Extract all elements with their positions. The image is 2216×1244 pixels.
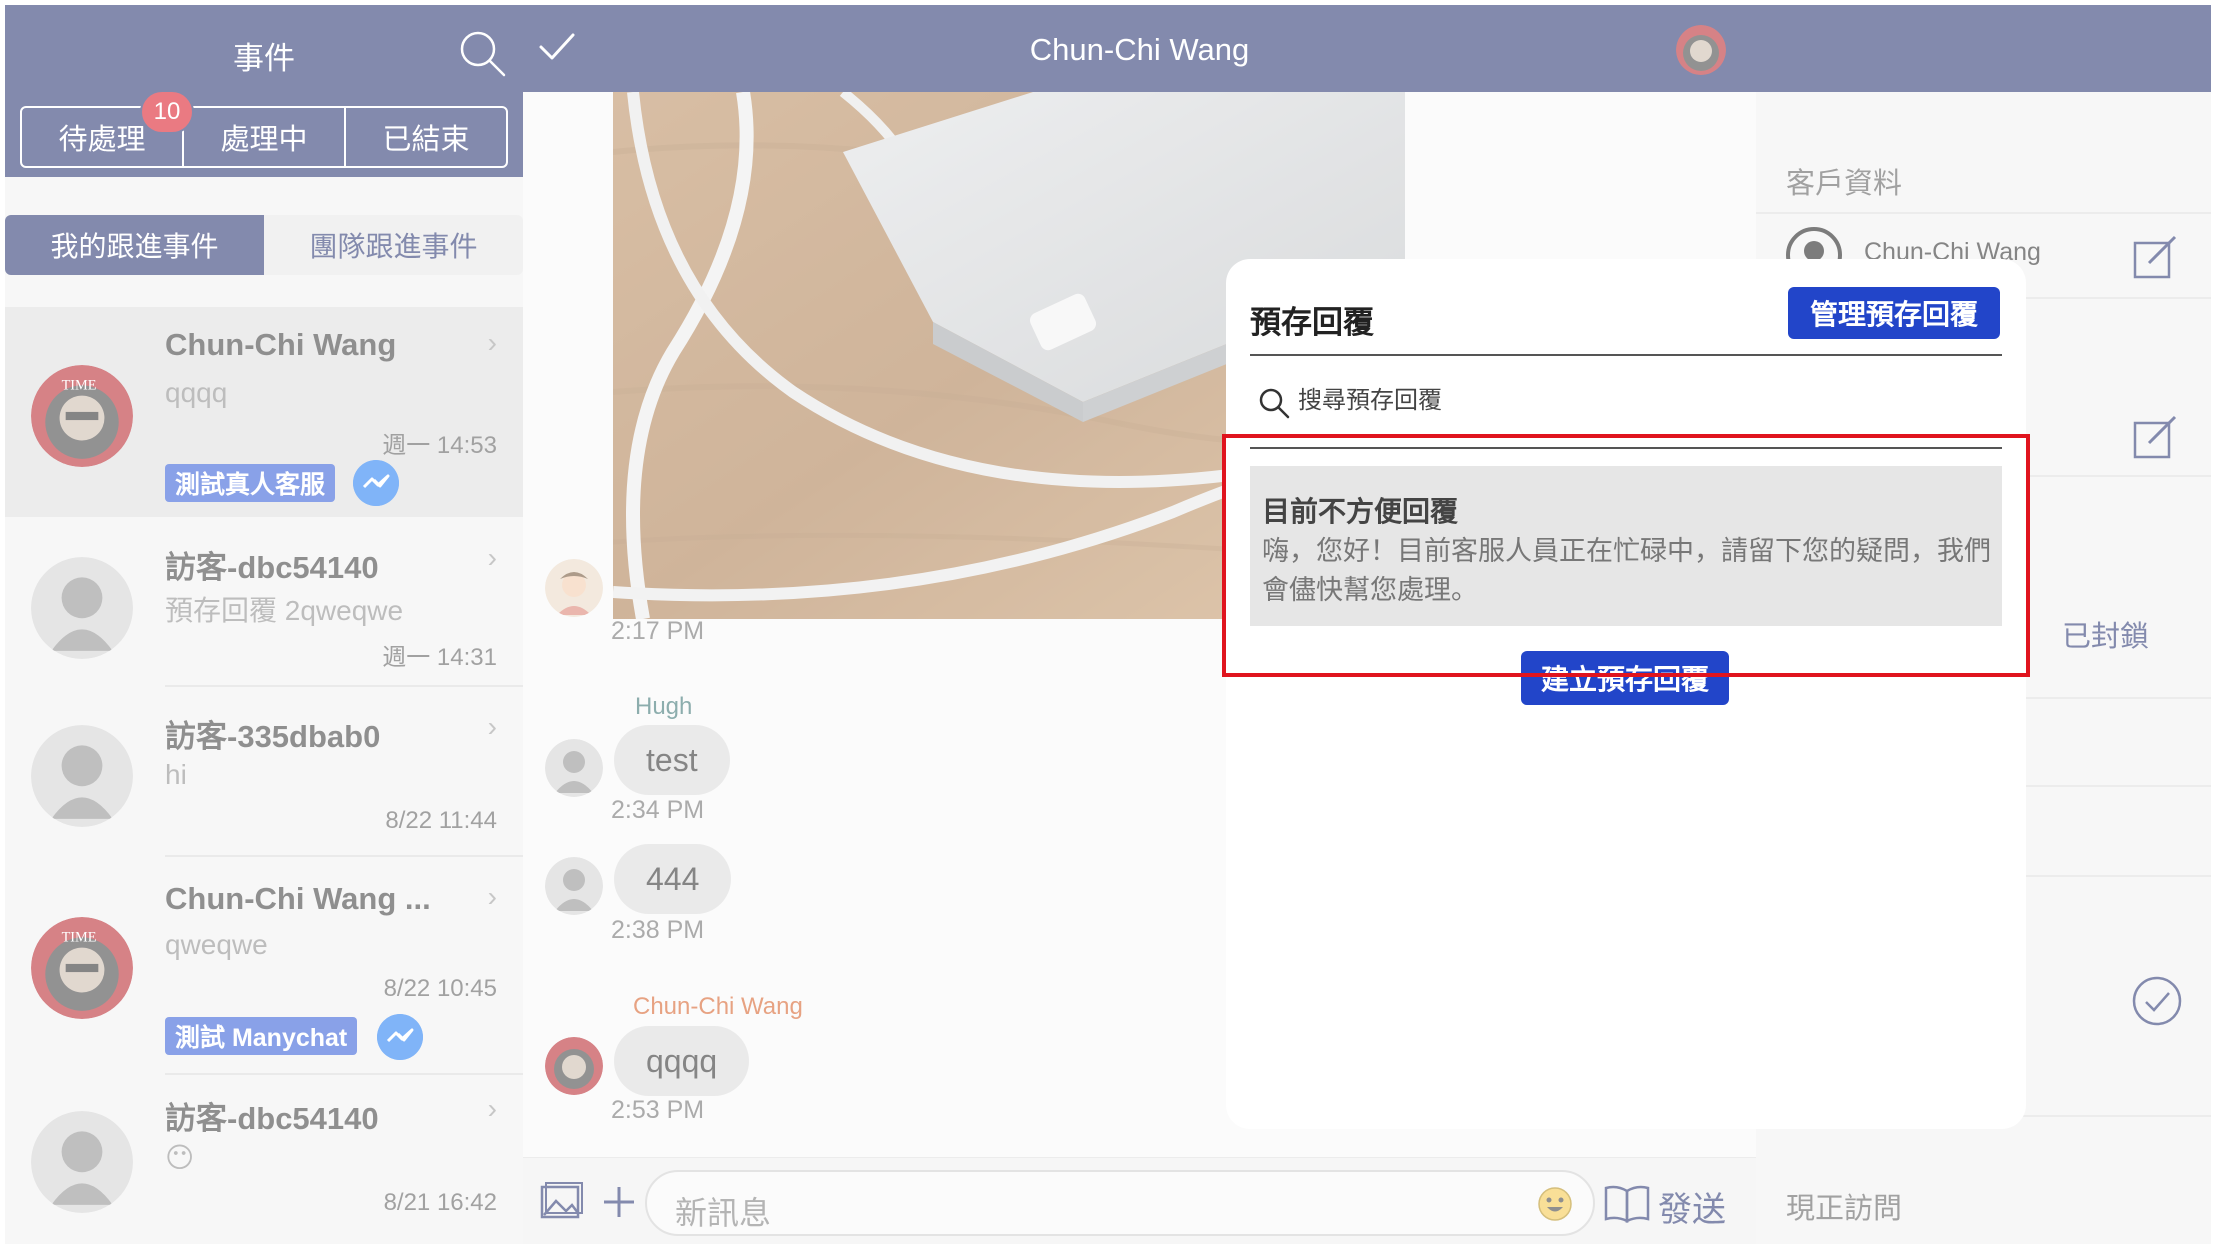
app-window: 事件 待處理 處理中 已結束 10 我的跟進事件 團隊跟進事件 TIME Chu… [0, 0, 2216, 1244]
search-icon [1259, 388, 1290, 419]
canned-reply-item[interactable]: 目前不方便回覆 嗨，您好！目前客服人員正在忙碌中，請留下您的疑問，我們會儘快幫您… [1250, 466, 2002, 626]
canned-reply-search-input[interactable] [1298, 381, 1978, 421]
divider [1250, 354, 2002, 356]
divider [1250, 447, 2002, 449]
modal-title: 預存回覆 [1250, 305, 1374, 340]
canned-replies-modal: 預存回覆 管理預存回覆 目前不方便回覆 嗨，您好！目前客服人員正在忙碌中，請留下… [1226, 259, 2026, 1129]
manage-canned-replies-button[interactable]: 管理預存回覆 [1787, 287, 2000, 339]
canned-reply-body: 嗨，您好！目前客服人員正在忙碌中，請留下您的疑問，我們會儘快幫您處理。 [1262, 536, 1991, 605]
create-canned-reply-button[interactable]: 建立預存回覆 [1521, 651, 1729, 705]
canned-reply-title: 目前不方便回覆 [1262, 496, 1459, 527]
